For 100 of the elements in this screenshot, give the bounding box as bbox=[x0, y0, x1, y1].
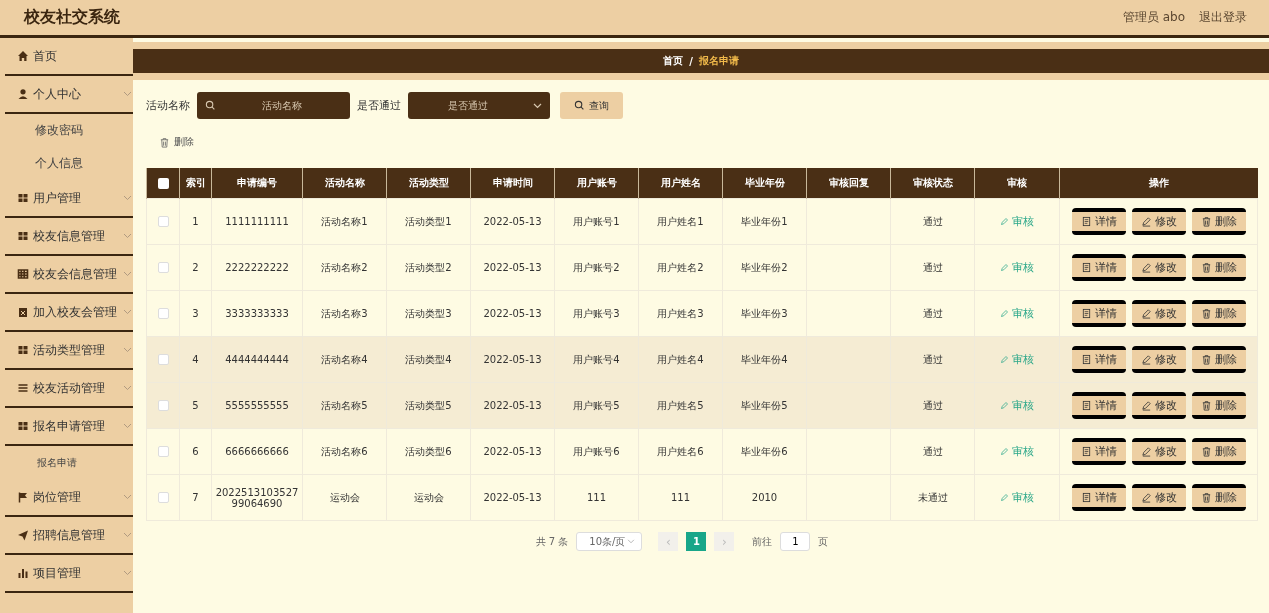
table-cell: 活动名称1 bbox=[302, 198, 387, 245]
row-checkbox[interactable] bbox=[157, 216, 169, 227]
document-icon bbox=[1080, 262, 1092, 273]
table-cell: 2 bbox=[179, 244, 212, 291]
table-cell: 活动类型4 bbox=[386, 336, 471, 383]
column-header: 索引 bbox=[179, 168, 212, 199]
grid-icon bbox=[17, 344, 29, 356]
row-checkbox[interactable] bbox=[157, 446, 169, 457]
table-cell: 用户账号2 bbox=[554, 244, 639, 291]
document-icon bbox=[1080, 400, 1092, 411]
action-button[interactable]: 删除 bbox=[1191, 254, 1246, 281]
action-button[interactable]: 删除 bbox=[1191, 346, 1246, 373]
chevron-down-icon bbox=[123, 423, 132, 429]
sidebar-item[interactable]: 校友会信息管理 bbox=[5, 256, 133, 294]
column-header: 用户账号 bbox=[554, 168, 639, 199]
table-cell: 通过 bbox=[890, 382, 975, 429]
flag-icon bbox=[17, 491, 29, 503]
search-button[interactable]: 查询 bbox=[560, 92, 623, 119]
goto-label: 前往 bbox=[752, 534, 773, 549]
home-icon bbox=[17, 50, 29, 62]
action-button[interactable]: 详情 bbox=[1071, 438, 1126, 465]
row-checkbox[interactable] bbox=[157, 262, 169, 273]
action-button[interactable]: 详情 bbox=[1071, 300, 1126, 327]
action-button[interactable]: 详情 bbox=[1071, 346, 1126, 373]
table-cell: 用户账号5 bbox=[554, 382, 639, 429]
sidebar-subitem[interactable]: 个人信息 bbox=[0, 147, 133, 180]
breadcrumb-current: 报名申请 bbox=[698, 54, 739, 68]
status-select[interactable]: 是否通过 bbox=[408, 92, 550, 119]
action-button[interactable]: 删除 bbox=[1191, 392, 1246, 419]
table-cell: 毕业年份2 bbox=[722, 244, 807, 291]
pencil-icon bbox=[1140, 216, 1152, 227]
action-button[interactable]: 修改 bbox=[1131, 392, 1186, 419]
sidebar-item[interactable]: 加入校友会管理 bbox=[5, 294, 133, 332]
row-checkbox[interactable] bbox=[157, 400, 169, 411]
column-header: 活动名称 bbox=[302, 168, 387, 199]
column-header: 审核回复 bbox=[806, 168, 891, 199]
column-header: 审核状态 bbox=[890, 168, 975, 199]
sidebar-item[interactable]: 项目管理 bbox=[5, 555, 133, 593]
action-button[interactable]: 修改 bbox=[1131, 300, 1186, 327]
action-button[interactable]: 详情 bbox=[1071, 484, 1126, 511]
action-button[interactable]: 修改 bbox=[1131, 346, 1186, 373]
column-header: 申请编号 bbox=[211, 168, 303, 199]
action-button[interactable]: 详情 bbox=[1071, 392, 1126, 419]
table-cell: 7 bbox=[179, 474, 212, 521]
table-cell: 用户姓名2 bbox=[638, 244, 723, 291]
action-button[interactable]: 删除 bbox=[1191, 484, 1246, 511]
trash-icon bbox=[1200, 400, 1212, 411]
page-input[interactable]: 1 bbox=[780, 532, 811, 551]
total-count: 共 7 条 bbox=[535, 534, 569, 549]
sidebar-item[interactable]: 校友活动管理 bbox=[5, 370, 133, 408]
logout-link[interactable]: 退出登录 bbox=[1199, 9, 1247, 26]
sidebar-subitem[interactable]: 报名申请 bbox=[0, 446, 133, 479]
action-button[interactable]: 详情 bbox=[1071, 254, 1126, 281]
row-checkbox[interactable] bbox=[157, 354, 169, 365]
page-size-select[interactable]: 10条/页 bbox=[576, 532, 643, 551]
chevron-down-icon bbox=[123, 347, 132, 353]
table-cell: 1111111111 bbox=[211, 198, 303, 245]
table-cell: 3333333333 bbox=[211, 290, 303, 337]
sidebar-subitem[interactable]: 修改密码 bbox=[0, 114, 133, 147]
sidebar-item[interactable]: 用户管理 bbox=[5, 180, 133, 218]
delete-button[interactable]: 删除 bbox=[159, 135, 194, 149]
row-checkbox[interactable] bbox=[157, 492, 169, 503]
table-cell: 用户账号6 bbox=[554, 428, 639, 475]
table-cell: 用户账号1 bbox=[554, 198, 639, 245]
chevron-down-icon bbox=[123, 570, 132, 576]
column-header: 审核 bbox=[974, 168, 1060, 199]
table-cell: 用户姓名3 bbox=[638, 290, 723, 337]
action-button[interactable]: 删除 bbox=[1191, 438, 1246, 465]
sidebar-item[interactable]: 活动类型管理 bbox=[5, 332, 133, 370]
table-cell: 5555555555 bbox=[211, 382, 303, 429]
sidebar-item[interactable]: 岗位管理 bbox=[5, 479, 133, 517]
document-icon bbox=[1080, 308, 1092, 319]
row-checkbox[interactable] bbox=[157, 308, 169, 319]
table-cell: 用户姓名1 bbox=[638, 198, 723, 245]
table-cell: 活动名称2 bbox=[302, 244, 387, 291]
sidebar-item[interactable]: 报名申请管理 bbox=[5, 408, 133, 446]
breadcrumb-home[interactable]: 首页 bbox=[663, 54, 684, 68]
grid-icon bbox=[17, 420, 29, 432]
search-field[interactable]: 活动名称 bbox=[197, 92, 350, 119]
table-cell: 5 bbox=[179, 382, 212, 429]
chevron-down-icon bbox=[123, 532, 132, 538]
column-header: 毕业年份 bbox=[722, 168, 807, 199]
sidebar-item[interactable]: 校友信息管理 bbox=[5, 218, 133, 256]
action-button[interactable]: 删除 bbox=[1191, 208, 1246, 235]
action-button[interactable]: 修改 bbox=[1131, 254, 1186, 281]
field-label: 活动名称 bbox=[146, 98, 190, 113]
sidebar-item[interactable]: 个人中心 bbox=[5, 76, 133, 114]
chevron-down-icon bbox=[533, 102, 542, 109]
table-cell: 通过 bbox=[890, 290, 975, 337]
action-button[interactable]: 详情 bbox=[1071, 208, 1126, 235]
action-button[interactable]: 删除 bbox=[1191, 300, 1246, 327]
select-all-checkbox[interactable] bbox=[157, 177, 169, 189]
action-button[interactable]: 修改 bbox=[1131, 438, 1186, 465]
sidebar-item[interactable]: 招聘信息管理 bbox=[5, 517, 133, 555]
table-cell: 毕业年份1 bbox=[722, 198, 807, 245]
table-cell: 未通过 bbox=[890, 474, 975, 521]
table-cell: 运动会 bbox=[386, 474, 471, 521]
action-button[interactable]: 修改 bbox=[1131, 484, 1186, 511]
table-cell: 用户姓名4 bbox=[638, 336, 723, 383]
action-button[interactable]: 修改 bbox=[1131, 208, 1186, 235]
